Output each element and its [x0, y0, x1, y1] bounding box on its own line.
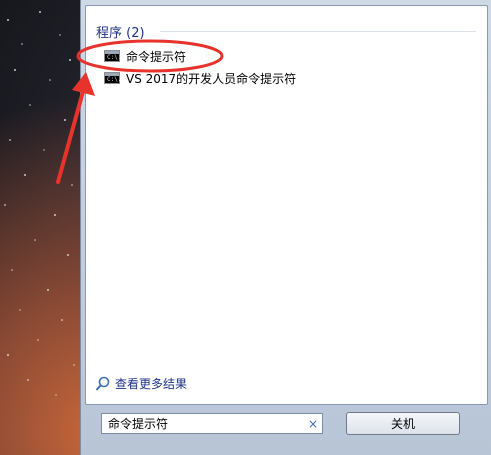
program-item-vs-dev-cmd[interactable]: C:\. VS 2017的开发人员命令提示符: [104, 68, 404, 88]
clear-search-icon[interactable]: ×: [304, 417, 322, 431]
see-more-results-link[interactable]: 查看更多结果: [95, 375, 187, 392]
shutdown-label: 关机: [390, 417, 415, 431]
program-item-cmd[interactable]: C:\. 命令提示符: [104, 46, 404, 66]
section-divider: [160, 31, 476, 32]
cmd-icon: C:\.: [104, 72, 121, 84]
program-item-label: VS 2017的开发人员命令提示符: [126, 71, 297, 86]
programs-section-header: 程序 (2): [96, 26, 145, 41]
program-item-label: 命令提示符: [126, 49, 187, 64]
search-icon: [95, 376, 110, 391]
see-more-label: 查看更多结果: [115, 377, 188, 391]
shutdown-button[interactable]: 关机: [346, 412, 460, 435]
search-input-value: 命令提示符: [108, 417, 169, 431]
cmd-icon: C:\.: [104, 50, 121, 62]
search-input[interactable]: 命令提示符 ×: [101, 413, 323, 434]
